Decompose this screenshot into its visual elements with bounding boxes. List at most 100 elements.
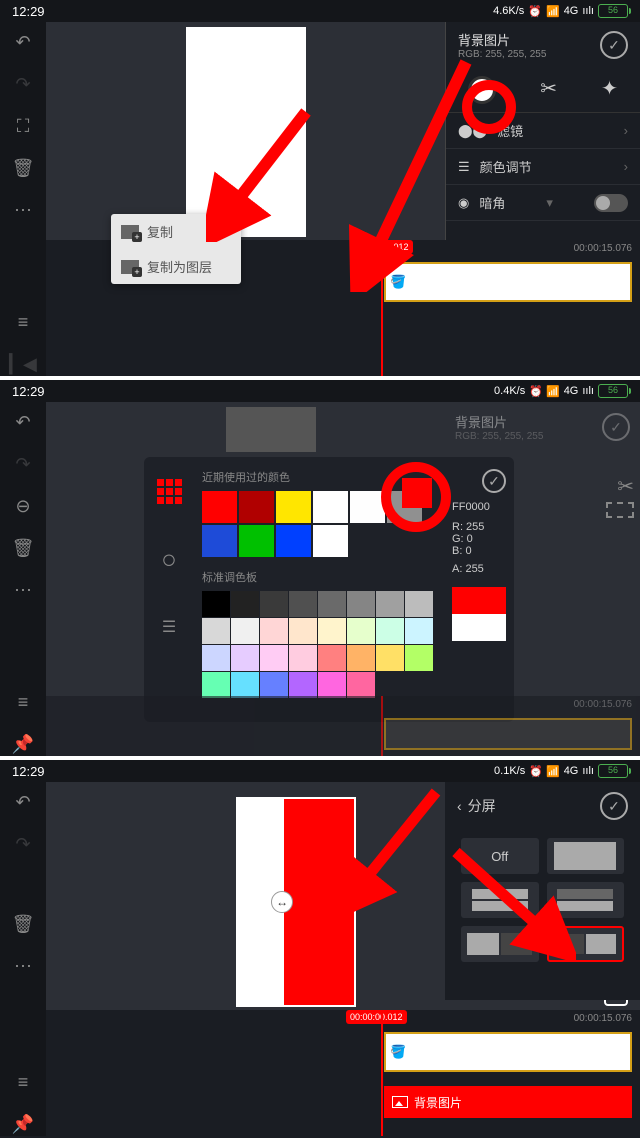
swatch[interactable]	[289, 618, 317, 644]
swatch[interactable]	[318, 591, 346, 617]
undo-icon[interactable]: ↶	[11, 790, 35, 814]
swatch[interactable]	[231, 672, 259, 698]
trash-icon[interactable]: 🗑	[11, 912, 35, 936]
swatch[interactable]	[202, 672, 230, 698]
swatch[interactable]	[231, 645, 259, 671]
swatch[interactable]	[276, 491, 311, 523]
preview-canvas[interactable]: ↔	[236, 797, 356, 1007]
split-off[interactable]: Off	[461, 838, 539, 874]
align-icon[interactable]: ≡	[11, 310, 35, 334]
dashbox-icon[interactable]	[606, 502, 634, 518]
split-horiz-alt[interactable]	[547, 882, 625, 918]
swatch[interactable]	[260, 645, 288, 671]
swatch[interactable]	[231, 618, 259, 644]
hex-value: FF0000	[452, 501, 506, 513]
sliders-icon: ☰	[458, 159, 470, 175]
panel-rgb: RGB: 255, 255, 255	[458, 49, 546, 60]
swatch[interactable]	[239, 491, 274, 523]
swatch[interactable]	[202, 591, 230, 617]
swatch[interactable]	[231, 591, 259, 617]
vignette-toggle[interactable]	[594, 194, 628, 212]
swatch[interactable]	[347, 618, 375, 644]
split-full[interactable]	[547, 838, 625, 874]
swatch[interactable]	[202, 618, 230, 644]
chevron-right-icon: ›	[624, 123, 628, 138]
standard-swatches	[202, 591, 436, 698]
palette-tab[interactable]	[155, 477, 183, 505]
wheel-tab[interactable]: ○	[155, 545, 183, 573]
align-icon[interactable]: ≡	[11, 690, 35, 714]
swatch[interactable]	[289, 645, 317, 671]
confirm-icon[interactable]: ✓	[602, 413, 630, 441]
annotation-swatch	[402, 478, 432, 508]
swatch[interactable]	[202, 645, 230, 671]
undo-icon[interactable]: ↶	[11, 410, 35, 434]
playhead[interactable]	[381, 696, 383, 756]
swatch[interactable]	[289, 591, 317, 617]
crop-icon[interactable]: ⛶	[11, 114, 35, 138]
swatch[interactable]	[260, 672, 288, 698]
pin-icon[interactable]: 📌	[11, 1112, 35, 1136]
swatch[interactable]	[260, 618, 288, 644]
chevron-left-icon[interactable]: ‹	[457, 798, 462, 814]
swatch[interactable]	[318, 672, 346, 698]
swatch[interactable]	[260, 591, 288, 617]
split-vert-right[interactable]	[547, 926, 625, 962]
swatch[interactable]	[405, 645, 433, 671]
prev-icon[interactable]: ▎◀	[11, 352, 35, 376]
split-vert-left[interactable]	[461, 926, 539, 962]
confirm-icon[interactable]: ✓	[600, 792, 628, 820]
swatch[interactable]	[202, 525, 237, 557]
swatch[interactable]	[350, 491, 385, 523]
swatch[interactable]	[318, 645, 346, 671]
menu-copy-as-layer[interactable]: 复制为图层	[111, 249, 241, 284]
swatch[interactable]	[405, 591, 433, 617]
pin-icon[interactable]: 📌	[11, 732, 35, 756]
preview-canvas[interactable]	[186, 27, 306, 237]
more-icon[interactable]: ⋯	[11, 578, 35, 602]
split-horiz[interactable]	[461, 882, 539, 918]
more-icon[interactable]: ⋯	[11, 198, 35, 222]
clip-layer[interactable]: 背景图片	[384, 1086, 632, 1118]
swatch[interactable]	[347, 645, 375, 671]
trash-icon[interactable]: 🗑	[11, 536, 35, 560]
scissors-icon[interactable]: ✂	[617, 474, 634, 499]
clip-main[interactable]	[384, 718, 632, 750]
align-icon[interactable]: ≡	[11, 1070, 35, 1094]
apply-color-icon[interactable]: ✓	[482, 469, 506, 493]
sliders-tab[interactable]: ☰	[155, 613, 183, 641]
swatch[interactable]	[347, 672, 375, 698]
chevron-down-icon: ▾	[546, 195, 553, 211]
more-icon[interactable]: ⋯	[11, 954, 35, 978]
clip-main[interactable]: 🪣	[384, 262, 632, 302]
main-area: ⛶ 背景图片 RGB: 255, 255, 255 ✓ ✂ ✦ ⬤⬤ 滤镜	[46, 22, 640, 376]
swatch[interactable]	[405, 618, 433, 644]
scissors-icon[interactable]: ✂	[540, 76, 557, 104]
undo-icon[interactable]: ↶	[11, 30, 35, 54]
swatch[interactable]	[318, 618, 346, 644]
confirm-icon[interactable]: ✓	[600, 31, 628, 59]
swatch[interactable]	[376, 618, 404, 644]
playhead[interactable]	[381, 1010, 383, 1136]
effect-icon[interactable]: ✦	[601, 76, 618, 104]
swatch[interactable]	[313, 491, 348, 523]
context-menu: 复制 复制为图层	[111, 214, 241, 284]
clip-main[interactable]: 🪣	[384, 1032, 632, 1072]
swatch[interactable]	[376, 591, 404, 617]
menu-copy[interactable]: 复制	[111, 214, 241, 249]
swatch[interactable]	[289, 672, 317, 698]
coloradj-row[interactable]: ☰ 颜色调节 ›	[446, 149, 640, 185]
playhead[interactable]	[381, 240, 383, 376]
swatch[interactable]	[276, 525, 311, 557]
swatch[interactable]	[239, 525, 274, 557]
vignette-row[interactable]: ◉ 暗角 ▾	[446, 185, 640, 221]
trash-icon[interactable]: 🗑	[11, 156, 35, 180]
swatch[interactable]	[313, 525, 348, 557]
statusbar: 12:29 0.1K/s ⏰ 📶 4G ıılı 56	[0, 760, 640, 782]
split-drag-handle[interactable]: ↔	[271, 891, 293, 913]
swatch[interactable]	[376, 645, 404, 671]
swatch[interactable]	[202, 491, 237, 523]
swatch[interactable]	[347, 591, 375, 617]
key-icon[interactable]: ⊖	[11, 494, 35, 518]
color-picker: ○ ☰ 近期使用过的颜色 标准调色板 ✓ FF0000 R: 255 G: 0 …	[144, 457, 514, 722]
